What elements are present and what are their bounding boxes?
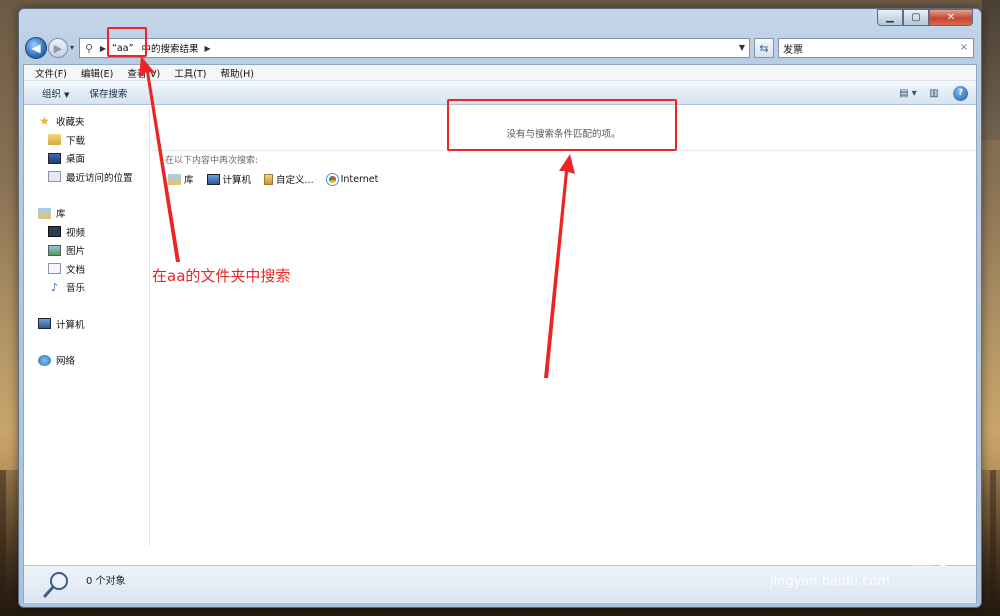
nav-desktop[interactable]: 桌面 [24,149,149,168]
pictures-icon [48,244,61,256]
search-icon: ⚲ [84,41,94,55]
clear-search-icon[interactable]: × [960,42,968,53]
preview-pane-icon[interactable]: ▥ [925,85,943,101]
chevron-down-icon: ▼ [64,90,70,99]
maximize-button[interactable]: ▢ [903,9,929,26]
item-count: 0 个对象 [86,576,126,587]
search-again-options: 库 计算机 自定义... Internet [168,172,391,186]
menu-view[interactable]: 查看(V) [120,66,167,80]
nav-favorites-label: 收藏夹 [56,117,85,129]
search-again-title: 在以下内容中再次搜索: [165,156,259,166]
nav-documents[interactable]: 文档 [24,260,149,279]
nav-recent-places[interactable]: 最近访问的位置 [24,168,149,187]
desktop-sidebar-edge [982,0,1000,140]
music-icon: ♪ [50,280,59,294]
annotation-box-no-results [447,99,677,151]
search-input[interactable] [783,42,953,54]
recent-pages-dropdown[interactable]: ▾ [70,43,74,52]
nav-videos[interactable]: 视频 [24,223,149,242]
navigation-pane: ★ 收藏夹 下载 桌面 最近访问的位置 库 视频 图片 文档 ♪ 音乐 计算机 … [24,106,150,546]
menu-tools[interactable]: 工具(T) [167,66,213,80]
close-button[interactable]: ✕ [929,9,973,26]
nav-computer-label: 计算机 [56,319,85,331]
menu-help[interactable]: 帮助(H) [213,66,261,80]
change-view-icon[interactable]: ▤ ▾ [899,85,917,101]
search-again-libraries[interactable]: 库 [168,172,194,186]
nav-music[interactable]: ♪ 音乐 [24,278,149,297]
annotation-box-folder [107,27,147,57]
search-again-custom[interactable]: 自定义... [264,172,314,186]
nav-libraries-label: 库 [56,209,66,221]
minimize-button[interactable]: ▁ [877,9,903,26]
computer-group: 计算机 [24,315,149,334]
browser-icon [326,173,338,185]
menu-bar: 文件(F) 编辑(E) 查看(V) 工具(T) 帮助(H) [24,65,976,81]
search-again-computer-label: 计算机 [222,175,252,186]
network-group: 网络 [24,351,149,370]
annotation-text: 在aa的文件夹中搜索 [152,267,291,285]
save-search-button[interactable]: 保存搜索 [79,86,137,100]
search-again-internet[interactable]: Internet [326,173,379,185]
document-icon [48,263,61,275]
custom-folder-icon [264,173,274,185]
nav-music-label: 音乐 [66,283,86,295]
nav-network-label: 网络 [56,356,76,368]
libraries-group: 库 视频 图片 文档 ♪ 音乐 [24,204,149,297]
nav-documents-label: 文档 [66,264,86,276]
recent-places-icon [48,171,61,183]
network-icon [38,354,51,366]
search-again-libraries-label: 库 [184,175,194,186]
watermark-logo: Bai du 经验 [760,532,970,572]
search-box[interactable]: × [778,38,974,58]
nav-pictures-label: 图片 [66,246,86,258]
back-button[interactable]: ◀ [25,37,47,59]
chevron-down-icon[interactable]: ▼ [739,43,745,52]
video-icon [48,226,61,238]
watermark-url: jingyan.baidu.com [770,574,890,589]
toolbar-right: ▤ ▾ ▥ ? [891,85,968,101]
favorites-group: ★ 收藏夹 下载 桌面 最近访问的位置 [24,112,149,186]
menu-edit[interactable]: 编辑(E) [74,66,120,80]
star-icon: ★ [39,114,50,129]
computer-icon [38,318,51,330]
chevron-right-icon[interactable]: ▶ [203,44,213,53]
nav-videos-label: 视频 [66,227,86,239]
breadcrumb-search-results[interactable]: 中的搜索结果 [138,41,203,55]
nav-computer[interactable]: 计算机 [24,315,149,334]
library-icon [38,207,51,219]
organize-label: 组织 [42,88,62,100]
desktop-icon [48,152,61,164]
caption-buttons: ▁ ▢ ✕ [877,9,973,26]
nav-desktop-label: 桌面 [66,154,86,166]
nav-favorites[interactable]: ★ 收藏夹 [24,112,149,131]
baidu-watermark: Bai du 经验 jingyan.baidu.com [760,508,980,608]
downloads-folder-icon [48,134,61,146]
results-pane: 没有与搜索条件匹配的项。 在以下内容中再次搜索: 库 计算机 自定义... In… [151,106,976,546]
search-again-custom-label: 自定义... [276,175,314,186]
nav-pictures[interactable]: 图片 [24,241,149,260]
refresh-button[interactable]: ⇆ [754,38,774,58]
computer-icon [206,173,220,185]
nav-recent-places-label: 最近访问的位置 [66,172,133,184]
nav-downloads-label: 下载 [66,135,86,147]
menu-file[interactable]: 文件(F) [28,66,74,80]
help-icon[interactable]: ? [953,85,968,101]
navigation-bar: ◀ ▶ ▾ ⚲ ▶ “aa” 中的搜索结果 ▶ ▼ ⇆ × [23,35,977,61]
nav-downloads[interactable]: 下载 [24,131,149,150]
organize-button[interactable]: 组织 ▼ [32,86,79,100]
search-again-computer[interactable]: 计算机 [206,172,252,186]
nav-libraries[interactable]: 库 [24,204,149,223]
search-again-internet-label: Internet [340,173,379,185]
address-bar[interactable]: ⚲ ▶ “aa” 中的搜索结果 ▶ ▼ [79,38,750,58]
nav-network[interactable]: 网络 [24,351,149,370]
library-icon [168,173,181,185]
forward-button[interactable]: ▶ [48,38,68,58]
search-icon [43,572,68,598]
